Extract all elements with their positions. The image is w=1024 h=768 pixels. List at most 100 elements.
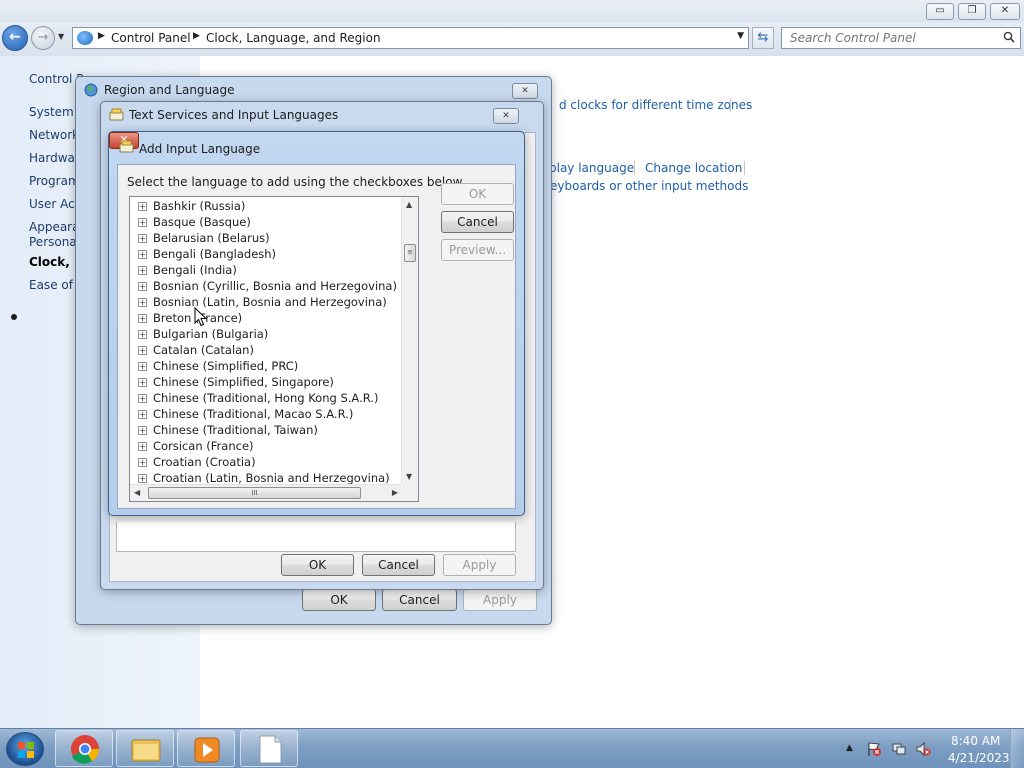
language-tree-item[interactable]: + Chinese (Simplified, Singapore) (130, 375, 400, 391)
recent-pages-dropdown[interactable]: ▼ (58, 32, 64, 41)
ok-button[interactable]: OK (441, 183, 514, 205)
search-box[interactable] (781, 27, 1021, 49)
language-tree-item[interactable]: + Belarusian (Belarus) (130, 231, 400, 247)
expand-icon[interactable]: + (138, 250, 147, 259)
language-tree-item[interactable]: + Basque (Basque) (130, 215, 400, 231)
expand-icon[interactable]: + (138, 346, 147, 355)
chevron-down-icon[interactable]: ▼ (737, 31, 744, 41)
language-label[interactable]: Bengali (Bangladesh) (153, 247, 276, 261)
expand-icon[interactable]: + (138, 202, 147, 211)
action-center-flag-icon[interactable] (866, 741, 882, 757)
ok-button[interactable]: OK (281, 554, 354, 576)
expand-icon[interactable]: + (138, 266, 147, 275)
taskbar-media-player[interactable] (177, 730, 235, 767)
scroll-left-icon[interactable]: ◀ (134, 488, 140, 497)
cancel-button[interactable]: Cancel (362, 554, 435, 576)
search-icon[interactable] (1003, 31, 1015, 43)
language-label[interactable]: Chinese (Simplified, PRC) (153, 359, 298, 373)
apply-button[interactable]: Apply (463, 589, 537, 611)
language-tree-item[interactable]: + Chinese (Traditional, Taiwan) (130, 423, 400, 439)
refresh-button[interactable]: ⇆ (752, 27, 774, 49)
expand-icon[interactable]: + (138, 362, 147, 371)
expand-icon[interactable]: + (138, 410, 147, 419)
language-label[interactable]: Bosnian (Latin, Bosnia and Herzegovina) (153, 295, 387, 309)
language-tree-item[interactable]: + Chinese (Traditional, Macao S.A.R.) (130, 407, 400, 423)
volume-muted-icon[interactable] (915, 741, 931, 757)
language-label[interactable]: Bashkir (Russia) (153, 199, 245, 213)
language-label[interactable]: Croatian (Croatia) (153, 455, 256, 469)
language-tree-item[interactable]: + Bulgarian (Bulgaria) (130, 327, 400, 343)
language-tree-item[interactable]: + Corsican (France) (130, 439, 400, 455)
expand-icon[interactable]: + (138, 394, 147, 403)
cancel-button[interactable]: Cancel (382, 589, 457, 611)
language-tree-item[interactable]: + Croatian (Croatia) (130, 455, 400, 471)
language-label[interactable]: Catalan (Catalan) (153, 343, 254, 357)
expand-icon[interactable]: + (138, 378, 147, 387)
language-tree-item[interactable]: + Bengali (India) (130, 263, 400, 279)
expand-icon[interactable]: + (138, 234, 147, 243)
expand-icon[interactable]: + (138, 298, 147, 307)
maximize-button[interactable]: ❐ (958, 3, 986, 20)
network-icon[interactable] (891, 741, 907, 757)
start-button[interactable] (6, 732, 44, 766)
link-change-location[interactable]: Change location (645, 161, 742, 175)
nav-network-internet[interactable]: Network (29, 128, 79, 142)
apply-button[interactable]: Apply (443, 554, 516, 576)
nav-user-accounts[interactable]: User Acc (29, 197, 81, 211)
language-label[interactable]: Croatian (Latin, Bosnia and Herzegovina) (153, 471, 390, 485)
minimize-button[interactable]: ▭ (926, 3, 954, 20)
language-tree-item[interactable]: + Chinese (Traditional, Hong Kong S.A.R.) (130, 391, 400, 407)
scroll-thumb[interactable]: ≡ (404, 244, 416, 262)
chevron-right-icon[interactable]: ▶ (193, 31, 200, 41)
breadcrumb-clock-language-region[interactable]: Clock, Language, and Region (206, 31, 381, 45)
language-label[interactable]: Bengali (India) (153, 263, 237, 277)
search-input[interactable] (790, 31, 990, 45)
nav-personalization[interactable]: Personal (29, 235, 80, 249)
taskbar-chrome[interactable] (55, 730, 113, 767)
language-label[interactable]: Chinese (Traditional, Hong Kong S.A.R.) (153, 391, 378, 405)
language-tree[interactable]: + Bashkir (Russia) + Basque (Basque) + Belaru… (129, 196, 419, 502)
taskbar-explorer[interactable] (116, 730, 174, 767)
ok-button[interactable]: OK (302, 589, 376, 611)
back-button[interactable]: ← (2, 25, 28, 51)
language-label[interactable]: Corsican (France) (153, 439, 254, 453)
close-button[interactable]: ✕ (512, 83, 538, 99)
language-label[interactable]: Chinese (Traditional, Macao S.A.R.) (153, 407, 353, 421)
clock-date[interactable]: 4/21/2023 (948, 751, 1010, 765)
language-tree-item[interactable]: + Bashkir (Russia) (130, 199, 400, 215)
expand-icon[interactable]: + (138, 314, 147, 323)
scroll-right-icon[interactable]: ▶ (392, 488, 398, 497)
language-label[interactable]: Basque (Basque) (153, 215, 251, 229)
show-hidden-icons-icon[interactable]: ▲ (846, 743, 853, 753)
link-add-clocks[interactable]: d clocks for different time zones (559, 98, 752, 112)
horizontal-scrollbar[interactable]: ◀ III ▶ (130, 484, 402, 501)
language-label[interactable]: Bulgarian (Bulgaria) (153, 327, 268, 341)
language-tree-item[interactable]: + Bosnian (Latin, Bosnia and Herzegovina) (130, 295, 400, 311)
expand-icon[interactable]: + (138, 426, 147, 435)
language-label[interactable]: Bosnian (Cyrillic, Bosnia and Herzegovin… (153, 279, 397, 293)
language-tree-item[interactable]: + Catalan (Catalan) (130, 343, 400, 359)
link-change-keyboards[interactable]: eyboards or other input methods (550, 179, 748, 193)
language-tree-item[interactable]: + Bosnian (Cyrillic, Bosnia and Herzegovi… (130, 279, 400, 295)
close-window-button[interactable]: ✕ (990, 3, 1020, 20)
clock-time[interactable]: 8:40 AM (951, 734, 1000, 748)
preview-button[interactable]: Preview... (441, 239, 514, 261)
breadcrumb-control-panel[interactable]: Control Panel (111, 31, 191, 45)
nav-hardware-sound[interactable]: Hardwar (29, 151, 80, 165)
vertical-scrollbar[interactable]: ▲ ≡ ▼ (401, 197, 418, 484)
expand-icon[interactable]: + (138, 330, 147, 339)
forward-button[interactable]: → (31, 26, 55, 50)
close-button[interactable]: ✕ (493, 108, 519, 124)
scroll-up-icon[interactable]: ▲ (406, 200, 412, 209)
taskbar-notepad[interactable] (240, 730, 298, 767)
expand-icon[interactable]: + (138, 458, 147, 467)
expand-icon[interactable]: + (138, 474, 147, 483)
scroll-thumb[interactable]: III (148, 487, 361, 499)
language-label[interactable]: Chinese (Simplified, Singapore) (153, 375, 334, 389)
show-desktop-button[interactable] (1010, 729, 1024, 768)
language-label[interactable]: Chinese (Traditional, Taiwan) (153, 423, 318, 437)
language-label[interactable]: Belarusian (Belarus) (153, 231, 270, 245)
scroll-down-icon[interactable]: ▼ (406, 472, 412, 481)
expand-icon[interactable]: + (138, 218, 147, 227)
expand-icon[interactable]: + (138, 442, 147, 451)
